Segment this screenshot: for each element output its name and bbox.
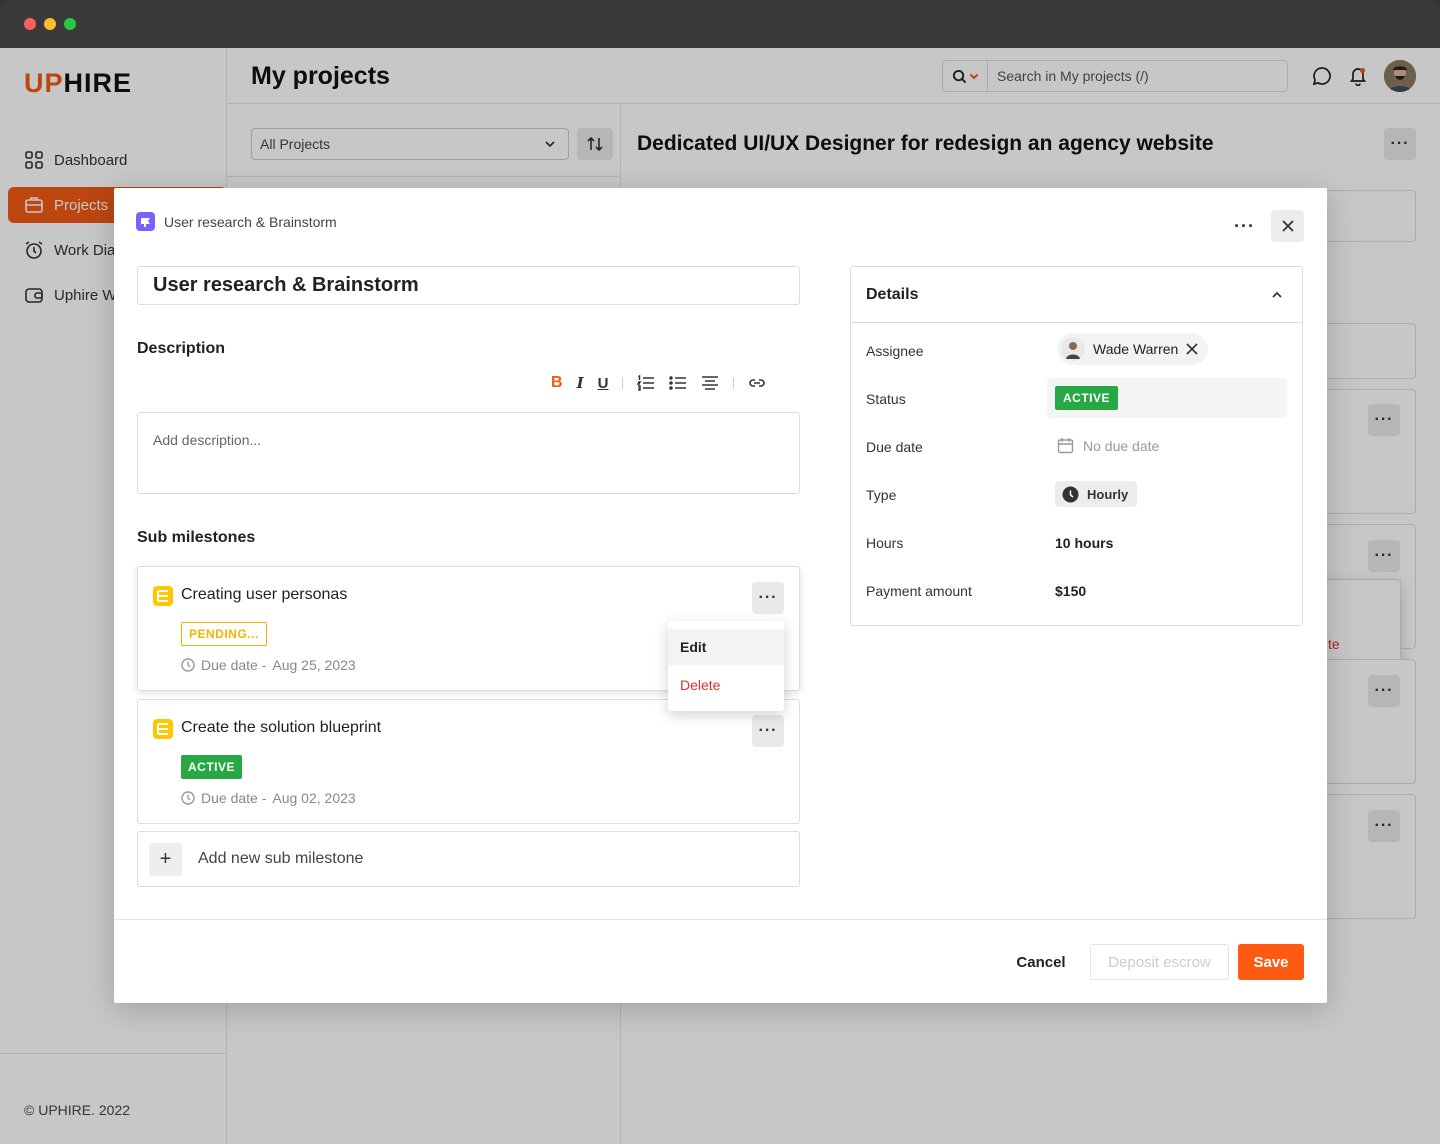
status-badge: PENDING...	[181, 622, 267, 646]
assignee-name: Wade Warren	[1093, 341, 1179, 357]
link-icon[interactable]	[748, 375, 766, 391]
breadcrumb-label: User research & Brainstorm	[164, 213, 337, 230]
assignee-chip[interactable]: Wade Warren	[1057, 333, 1209, 365]
align-center-icon[interactable]	[701, 375, 719, 391]
due-label: Due date -	[201, 657, 267, 673]
description-label: Description	[137, 340, 226, 357]
breadcrumb: User research & Brainstorm	[136, 212, 337, 231]
add-sub-milestone-button[interactable]: + Add new sub milestone	[137, 831, 800, 887]
plus-icon: +	[149, 842, 182, 876]
due-value: Aug 25, 2023	[272, 657, 356, 673]
bold-icon[interactable]: B	[551, 374, 563, 392]
sub-milestone-more-button[interactable]: ···	[752, 715, 784, 747]
due-date: Due date - Aug 25, 2023	[181, 657, 356, 673]
status-badge: ACTIVE	[181, 755, 243, 779]
save-button[interactable]: Save	[1238, 944, 1304, 980]
italic-icon[interactable]: I	[577, 374, 584, 392]
milestone-flag-icon	[153, 719, 173, 739]
payment-label: Payment amount	[866, 583, 972, 599]
calendar-icon	[1057, 438, 1074, 454]
context-menu-delete[interactable]: Delete	[668, 667, 784, 703]
due-date-label: Due date	[866, 439, 923, 455]
context-menu: Edit Delete	[668, 621, 784, 711]
chevron-up-icon[interactable]	[1270, 288, 1284, 302]
hours-value: 10 hours	[1055, 535, 1114, 551]
type-chip[interactable]: Hourly	[1055, 481, 1138, 507]
bullet-list-icon[interactable]	[669, 375, 687, 391]
due-date-picker[interactable]: No due date	[1057, 437, 1159, 454]
close-icon	[1281, 220, 1294, 232]
payment-value: $150	[1055, 583, 1087, 599]
details-panel: Details Assignee Wade Warren Status ACTI…	[850, 266, 1303, 626]
assignee-avatar	[1061, 337, 1085, 361]
cancel-button[interactable]: Cancel	[1004, 944, 1078, 980]
sub-milestone-card[interactable]: Create the solution blueprint ACTIVE Due…	[137, 699, 800, 824]
window-titlebar	[0, 0, 1440, 48]
clock-icon	[1062, 486, 1079, 502]
window-maximize-dot[interactable]	[64, 18, 76, 30]
type-label: Type	[866, 487, 897, 503]
context-menu-edit[interactable]: Edit	[668, 629, 784, 665]
toolbar-divider	[622, 377, 624, 389]
type-value: Hourly	[1087, 486, 1129, 502]
modal-more-button[interactable]: ···	[1234, 216, 1255, 237]
assignee-label: Assignee	[866, 343, 924, 359]
divider	[114, 919, 1327, 920]
underline-icon[interactable]: U	[598, 375, 609, 392]
window-minimize-dot[interactable]	[44, 18, 56, 30]
text-format-toolbar: B I U	[551, 374, 766, 392]
status-label: Status	[866, 391, 906, 407]
clock-icon	[181, 658, 195, 672]
status-field[interactable]: ACTIVE	[1047, 378, 1287, 418]
status-badge: ACTIVE	[1055, 386, 1119, 410]
milestone-modal: User research & Brainstorm ··· User rese…	[114, 188, 1327, 1003]
clock-icon	[181, 791, 195, 805]
sub-milestones-label: Sub milestones	[137, 529, 256, 546]
milestone-name-input[interactable]: User research & Brainstorm	[137, 266, 800, 305]
due-date: Due date - Aug 02, 2023	[181, 790, 356, 806]
milestone-flag-icon	[153, 586, 173, 606]
details-header[interactable]: Details	[851, 267, 1302, 323]
sub-milestone-title: Creating user personas	[181, 586, 348, 603]
due-date-value: No due date	[1083, 437, 1160, 454]
remove-icon[interactable]	[1186, 343, 1198, 355]
ordered-list-icon[interactable]	[637, 375, 655, 391]
due-label: Due date -	[201, 790, 267, 806]
close-button[interactable]	[1271, 210, 1304, 242]
due-value: Aug 02, 2023	[272, 790, 356, 806]
window-close-dot[interactable]	[24, 18, 36, 30]
milestone-icon	[136, 212, 155, 231]
hours-label: Hours	[866, 535, 904, 551]
add-sub-milestone-label: Add new sub milestone	[198, 850, 364, 867]
deposit-escrow-button[interactable]: Deposit escrow	[1090, 944, 1229, 980]
details-title: Details	[866, 286, 919, 303]
description-input[interactable]: Add description...	[137, 412, 800, 494]
sub-milestone-title: Create the solution blueprint	[181, 719, 382, 736]
toolbar-divider	[733, 377, 735, 389]
sub-milestone-more-button[interactable]: ···	[752, 582, 784, 614]
